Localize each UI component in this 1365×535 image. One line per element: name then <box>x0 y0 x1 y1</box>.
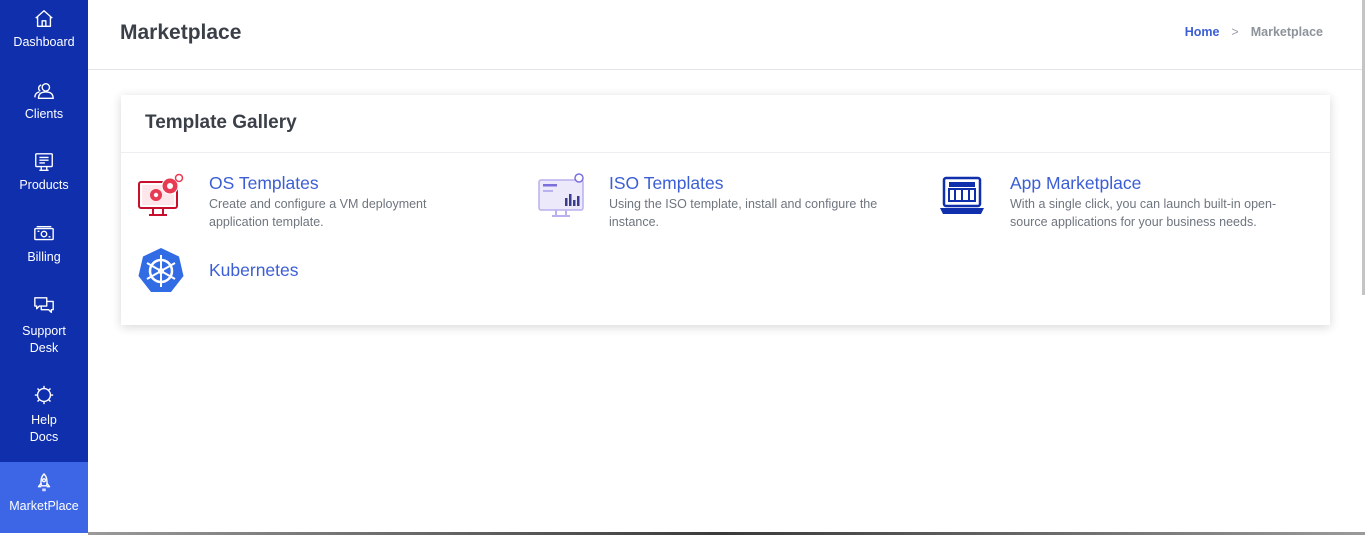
os-template-icon <box>137 172 185 220</box>
breadcrumb-separator: > <box>1231 25 1239 39</box>
template-gallery-card: Template Gallery OS Templates Create and <box>121 95 1330 325</box>
sidebar-item-clients[interactable]: Clients <box>0 80 88 123</box>
iso-template-icon <box>537 172 585 220</box>
sidebar-item-billing[interactable]: Billing <box>0 223 88 266</box>
gear-icon <box>33 384 55 406</box>
sidebar-item-products[interactable]: Products <box>0 151 88 194</box>
page-title: Marketplace <box>120 21 242 44</box>
tile-description: Create and configure a VM deployment app… <box>209 197 427 229</box>
sidebar-item-marketplace[interactable]: MarketPlace <box>0 462 88 533</box>
users-icon <box>33 80 55 102</box>
sidebar-item-label: Help <box>31 413 57 427</box>
sidebar-item-label: Docs <box>29 430 59 444</box>
tile-description: Using the ISO template, install and conf… <box>609 197 878 229</box>
breadcrumb-home-link[interactable]: Home <box>1185 25 1220 39</box>
sidebar-item-label: Desk <box>29 341 59 355</box>
sidebar-item-label: MarketPlace <box>9 499 79 513</box>
tile-app-marketplace[interactable]: App Marketplace With a single click, you… <box>938 172 1310 231</box>
sidebar-item-label: Support <box>22 324 66 338</box>
rocket-icon <box>33 472 55 494</box>
sidebar-item-help-docs[interactable]: Help Docs <box>0 384 88 446</box>
tile-title: ISO Templates <box>609 173 724 193</box>
card-header: Template Gallery <box>121 95 1330 153</box>
home-icon <box>33 8 55 30</box>
app-marketplace-icon <box>938 172 986 220</box>
chat-icon <box>33 295 55 317</box>
page-header: Marketplace Home > Marketplace <box>88 0 1363 70</box>
tile-description: With a single click, you can launch buil… <box>1010 197 1277 229</box>
sidebar-item-label: Billing <box>27 250 61 264</box>
tile-kubernetes[interactable]: Kubernetes <box>137 247 299 295</box>
app-root: Dashboard Clients Products Billing Suppo <box>0 0 1365 535</box>
breadcrumb: Home > Marketplace <box>1185 25 1323 39</box>
tile-title: Kubernetes <box>209 260 299 280</box>
kubernetes-icon <box>137 247 185 295</box>
products-icon <box>33 151 55 173</box>
tile-title: App Marketplace <box>1010 173 1142 193</box>
sidebar-item-label: Products <box>19 178 69 192</box>
tile-os-templates[interactable]: OS Templates Create and configure a VM d… <box>137 172 469 231</box>
card-title: Template Gallery <box>145 112 297 133</box>
tile-iso-templates[interactable]: ISO Templates Using the ISO template, in… <box>537 172 909 231</box>
sidebar-item-dashboard[interactable]: Dashboard <box>0 8 88 51</box>
billing-icon <box>33 223 55 245</box>
sidebar-item-label: Clients <box>24 107 64 121</box>
sidebar-item-support-desk[interactable]: Support Desk <box>0 295 88 357</box>
breadcrumb-current: Marketplace <box>1250 25 1323 39</box>
tile-title: OS Templates <box>209 173 319 193</box>
sidebar-item-label: Dashboard <box>13 35 75 49</box>
sidebar: Dashboard Clients Products Billing Suppo <box>0 0 88 533</box>
